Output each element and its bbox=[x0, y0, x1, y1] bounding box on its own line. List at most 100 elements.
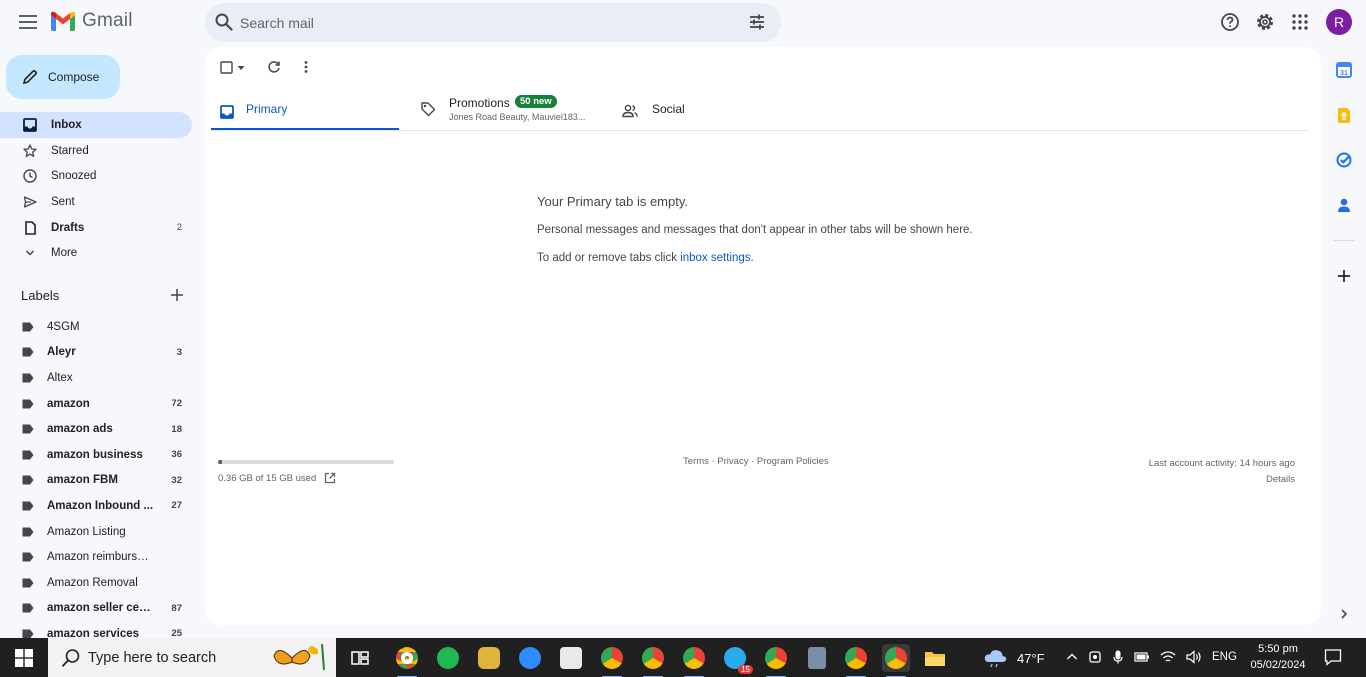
main-menu-button[interactable] bbox=[12, 6, 44, 38]
refresh-icon[interactable] bbox=[267, 60, 281, 74]
label-count: 18 bbox=[171, 423, 182, 435]
search-options-icon[interactable] bbox=[748, 13, 766, 31]
sidebar-label-item[interactable]: amazon seller cen... 87 bbox=[0, 596, 192, 622]
chrome-profile-icon[interactable] bbox=[598, 644, 626, 677]
label-tag-icon bbox=[22, 603, 34, 613]
battery-icon[interactable] bbox=[1134, 651, 1150, 663]
sidebar-label-item[interactable]: amazon business 36 bbox=[0, 442, 192, 468]
side-panel-divider bbox=[1334, 240, 1354, 241]
label-name: Altex bbox=[47, 371, 73, 384]
zoom-icon[interactable] bbox=[516, 644, 544, 672]
sidebar-label-item[interactable]: Amazon Inbound ... 27 bbox=[0, 493, 192, 519]
chrome-profile-orange-icon[interactable] bbox=[762, 644, 790, 677]
label-list: 4SGM Aleyr 3 Altex amazon 72 amazon ads 18 amazo… bbox=[0, 314, 192, 647]
tab-promotions[interactable]: Promotions 50 new Jones Road Beauty, Mau… bbox=[419, 91, 609, 131]
create-label-plus-icon[interactable] bbox=[170, 288, 184, 302]
input-language[interactable]: ENG bbox=[1212, 651, 1237, 663]
google-calendar-icon[interactable]: 31 bbox=[1335, 61, 1353, 79]
help-icon[interactable] bbox=[1219, 11, 1241, 33]
draft-icon bbox=[22, 220, 38, 236]
tab-label: Promotions bbox=[449, 96, 510, 110]
label-name: Amazon Listing bbox=[47, 525, 126, 538]
chevron-up-icon[interactable] bbox=[1066, 651, 1078, 663]
label-count: 27 bbox=[171, 500, 182, 512]
chrome-profile-l-icon[interactable] bbox=[639, 644, 667, 677]
inbox-settings-link[interactable]: inbox settings bbox=[680, 252, 750, 264]
calculator-icon[interactable] bbox=[803, 644, 831, 672]
label-tag-icon bbox=[22, 450, 34, 460]
sidebar-label-item[interactable]: Amazon reimbursement bbox=[0, 544, 192, 570]
google-apps-grid-icon[interactable] bbox=[1289, 11, 1311, 33]
sidebar-item-inbox[interactable]: Inbox bbox=[0, 112, 192, 138]
task-view-icon[interactable] bbox=[346, 644, 374, 672]
chrome-profile-r-active-icon[interactable] bbox=[882, 644, 910, 677]
sidebar-label-item[interactable]: amazon 72 bbox=[0, 391, 192, 417]
sidebar-item-more[interactable]: More bbox=[0, 240, 192, 266]
sidebar-label-item[interactable]: Amazon Listing bbox=[0, 519, 192, 545]
chrome-profile-m-icon[interactable] bbox=[393, 644, 421, 677]
sidebar-label-item[interactable]: Aleyr 3 bbox=[0, 340, 192, 366]
wifi-icon[interactable] bbox=[1160, 650, 1176, 664]
inbox-icon bbox=[220, 105, 234, 119]
account-avatar[interactable]: R bbox=[1326, 9, 1352, 35]
sidebar-item-starred[interactable]: Starred bbox=[0, 138, 192, 164]
label-name: 4SGM bbox=[47, 320, 80, 333]
label-name: amazon seller cen... bbox=[47, 602, 155, 615]
search-bar[interactable] bbox=[205, 3, 781, 42]
file-explorer-icon[interactable] bbox=[921, 644, 949, 672]
open-in-new-icon[interactable] bbox=[324, 472, 336, 484]
chrome-profile-pink-icon[interactable] bbox=[842, 644, 870, 677]
search-icon bbox=[61, 648, 81, 668]
app-character-icon[interactable] bbox=[475, 644, 503, 672]
clock-icon bbox=[22, 168, 38, 184]
microphone-icon[interactable] bbox=[1112, 650, 1124, 664]
tab-social[interactable]: Social bbox=[622, 91, 772, 131]
settings-gear-icon[interactable] bbox=[1254, 11, 1276, 33]
system-tray bbox=[1066, 650, 1202, 664]
volume-icon[interactable] bbox=[1186, 650, 1202, 664]
search-icon[interactable] bbox=[215, 13, 233, 31]
tab-senders-preview: Jones Road Beauty, Mauviel183... bbox=[449, 112, 586, 122]
label-name: amazon business bbox=[47, 448, 143, 461]
taskbar-clock[interactable]: 5:50 pm 05/02/2024 bbox=[1246, 641, 1310, 673]
google-keep-icon[interactable] bbox=[1335, 106, 1353, 124]
weather-temperature: 47°F bbox=[1017, 650, 1045, 666]
compose-button[interactable]: Compose bbox=[6, 55, 120, 99]
get-addons-plus-icon[interactable] bbox=[1335, 267, 1353, 285]
google-contacts-icon[interactable] bbox=[1335, 196, 1353, 214]
label-tag-icon bbox=[22, 399, 34, 409]
activity-details-link[interactable]: Details bbox=[1149, 472, 1295, 488]
google-tasks-icon[interactable] bbox=[1335, 151, 1353, 169]
camera-icon[interactable] bbox=[1088, 650, 1102, 664]
telegram-unread-badge: 15 bbox=[738, 665, 753, 674]
chrome-profile-green-icon[interactable] bbox=[680, 644, 708, 677]
spotify-icon[interactable] bbox=[434, 644, 462, 672]
label-tag-icon bbox=[22, 501, 34, 511]
footer-links[interactable]: Terms · Privacy · Program Policies bbox=[683, 456, 829, 467]
telegram-icon[interactable]: 15 bbox=[721, 644, 753, 674]
sidebar-label-item[interactable]: Altex bbox=[0, 365, 192, 391]
sidebar-item-count: 2 bbox=[176, 222, 182, 234]
sidebar-item-snoozed[interactable]: Snoozed bbox=[0, 163, 192, 189]
search-input[interactable] bbox=[240, 13, 720, 33]
weather-widget[interactable]: 47°F bbox=[983, 648, 1045, 668]
taskbar-search-box[interactable]: Type here to search bbox=[48, 638, 336, 677]
select-checkbox-dropdown[interactable] bbox=[220, 61, 245, 74]
sidebar-item-drafts[interactable]: Drafts 2 bbox=[0, 215, 192, 241]
sidebar-label-item[interactable]: 4SGM bbox=[0, 314, 192, 340]
notification-center-icon[interactable] bbox=[1324, 648, 1342, 666]
sidebar-label-item[interactable]: amazon FBM 32 bbox=[0, 468, 192, 494]
taskbar-search-placeholder: Type here to search bbox=[88, 650, 217, 666]
windows-start-icon[interactable] bbox=[15, 649, 33, 667]
tab-primary[interactable]: Primary bbox=[211, 91, 399, 131]
sidebar-label-item[interactable]: Amazon Removal bbox=[0, 570, 192, 596]
more-vert-icon[interactable] bbox=[300, 60, 312, 74]
sidebar-label-item[interactable]: amazon ads 18 bbox=[0, 416, 192, 442]
label-tag-icon bbox=[22, 322, 34, 332]
chevron-right-icon[interactable] bbox=[1338, 608, 1350, 620]
gmail-logo[interactable]: Gmail bbox=[50, 10, 133, 32]
sidebar-item-sent[interactable]: Sent bbox=[0, 189, 192, 215]
label-name: Amazon Inbound ... bbox=[47, 499, 154, 512]
snipping-tool-icon[interactable] bbox=[557, 644, 585, 672]
last-activity-text: Last account activity: 14 hours ago bbox=[1148, 458, 1295, 469]
